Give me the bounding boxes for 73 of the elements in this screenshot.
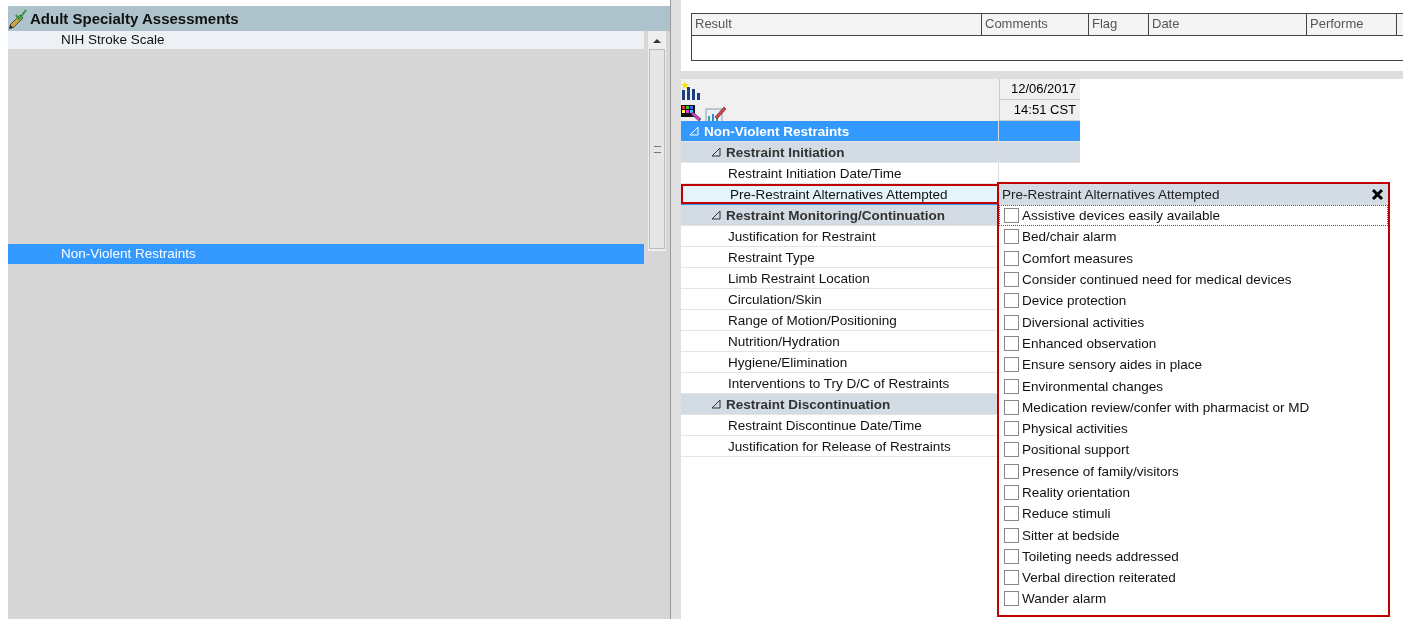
section-header[interactable]: Restraint Initiation bbox=[681, 142, 999, 162]
option-label[interactable]: Reduce stimuli bbox=[1022, 506, 1111, 522]
option-label[interactable]: Verbal direction reiterated bbox=[1022, 570, 1176, 586]
row-label[interactable]: Hygiene/Elimination bbox=[681, 352, 999, 372]
pencil-check-icon bbox=[8, 8, 28, 29]
row-label[interactable]: Nutrition/Hydration bbox=[681, 331, 999, 351]
option-label[interactable]: Reality orientation bbox=[1022, 485, 1131, 500]
option-label[interactable]: Medication review/confer with pharmacist or MD bbox=[1022, 399, 1310, 415]
checkbox[interactable] bbox=[1004, 399, 1019, 415]
row-label[interactable]: Justification for Release of Restraints bbox=[681, 436, 999, 456]
option-label[interactable]: Positional support bbox=[1022, 442, 1130, 458]
value-cell[interactable] bbox=[998, 142, 1080, 162]
checkbox[interactable] bbox=[1004, 463, 1019, 479]
option-label[interactable]: Consider continued need for medical devices bbox=[1022, 272, 1292, 288]
option-label[interactable]: Ensure sensory aides in place bbox=[1022, 357, 1203, 373]
section-header[interactable]: Restraint Discontinuation bbox=[681, 394, 999, 414]
option-label[interactable]: Enhanced observation bbox=[1022, 335, 1157, 351]
checkbox[interactable] bbox=[1004, 506, 1019, 522]
scroll-up-icon[interactable] bbox=[652, 37, 662, 45]
row-label[interactable]: Restraint Initiation Date/Time bbox=[681, 163, 999, 183]
option-label[interactable]: Presence of family/visitors bbox=[1022, 463, 1179, 479]
row-label[interactable]: Justification for Restraint bbox=[681, 226, 999, 246]
checkbox[interactable] bbox=[1004, 442, 1019, 458]
scrollbar[interactable] bbox=[648, 31, 666, 251]
popup-title: Pre-Restraint Alternatives Attempted bbox=[1002, 187, 1220, 202]
column-header[interactable]: Performe bbox=[1307, 14, 1397, 35]
bar-chart-icon[interactable] bbox=[681, 81, 703, 101]
checkbox[interactable] bbox=[1004, 272, 1019, 288]
list-item[interactable]: NIH Stroke Scale bbox=[8, 31, 644, 49]
row-label[interactable]: Pre-Restraint Alternatives Attempted bbox=[681, 184, 999, 204]
option-label[interactable]: Environmental changes bbox=[1022, 378, 1164, 394]
option-label[interactable]: Device protection bbox=[1022, 293, 1127, 309]
checkbox[interactable] bbox=[1004, 357, 1019, 373]
collapse-icon[interactable] bbox=[711, 399, 721, 409]
checkbox[interactable] bbox=[1004, 378, 1019, 394]
column-header[interactable]: Comments bbox=[982, 14, 1089, 35]
checkbox[interactable] bbox=[1004, 314, 1019, 330]
option-label[interactable]: Sitter at bedside bbox=[1022, 527, 1120, 543]
time-header: 14:51 CST bbox=[999, 100, 1080, 121]
checkbox[interactable] bbox=[1004, 208, 1019, 224]
row-label[interactable]: Range of Motion/Positioning bbox=[681, 310, 999, 330]
grid-pencil-icon[interactable] bbox=[681, 105, 703, 123]
column-header[interactable]: Flag bbox=[1089, 14, 1149, 35]
column-header[interactable]: Date bbox=[1149, 14, 1307, 35]
checkbox[interactable] bbox=[1004, 250, 1019, 266]
row-label[interactable]: Restraint Type bbox=[681, 247, 999, 267]
option-label[interactable]: Toileting needs addressed bbox=[1022, 548, 1179, 564]
checkbox[interactable] bbox=[1004, 293, 1019, 309]
collapse-icon[interactable] bbox=[711, 210, 721, 220]
section-header[interactable]: Restraint Monitoring/Continuation bbox=[681, 205, 999, 225]
checkbox[interactable] bbox=[1004, 485, 1019, 500]
panel-title: Adult Specialty Assessments bbox=[30, 10, 239, 27]
column-header[interactable]: Result bbox=[692, 14, 982, 35]
option-label[interactable]: Physical activities bbox=[1022, 421, 1128, 437]
checkbox[interactable] bbox=[1004, 229, 1019, 245]
checkbox[interactable] bbox=[1004, 591, 1019, 607]
option-label[interactable]: Wander alarm bbox=[1022, 591, 1107, 607]
row-label[interactable]: Interventions to Try D/C of Restraints bbox=[681, 373, 999, 393]
row-label[interactable]: Restraint Discontinue Date/Time bbox=[681, 415, 999, 435]
checkbox[interactable] bbox=[1004, 421, 1019, 437]
row-label[interactable]: Limb Restraint Location bbox=[681, 268, 999, 288]
option-label[interactable]: Comfort measures bbox=[1022, 250, 1134, 266]
checkbox[interactable] bbox=[1004, 548, 1019, 564]
date-header: 12/06/2017 bbox=[999, 79, 1080, 100]
option-label[interactable]: Bed/chair alarm bbox=[1022, 229, 1117, 245]
row-label[interactable]: Circulation/Skin bbox=[681, 289, 999, 309]
close-icon[interactable] bbox=[1371, 188, 1384, 201]
collapse-icon[interactable] bbox=[711, 147, 721, 157]
value-cell[interactable] bbox=[998, 121, 1080, 141]
option-label[interactable]: Diversional activities bbox=[1022, 314, 1145, 330]
checkbox[interactable] bbox=[1004, 527, 1019, 543]
checkbox[interactable] bbox=[1004, 335, 1019, 351]
checkbox[interactable] bbox=[1004, 570, 1019, 586]
